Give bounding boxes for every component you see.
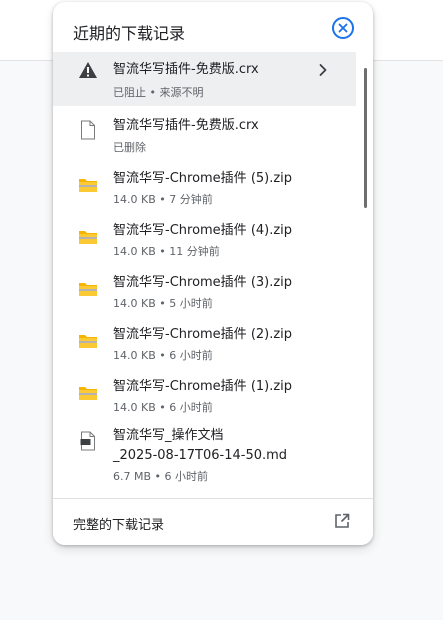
download-name: 智流华写插件-免费版.crx <box>113 118 259 133</box>
zip-folder-icon <box>77 226 99 248</box>
downloads-title: 近期的下载记录 <box>73 24 186 43</box>
download-status: 14.0 KB • 7 分钟前 <box>113 193 213 206</box>
download-name: 智流华写_操作文档 _2025-08-17T06-14-50.md <box>113 428 288 463</box>
download-item-deleted[interactable]: 智流华写插件-免费版.crx 已删除 <box>53 106 356 158</box>
download-name: 智流华写-Chrome插件 (3).zip <box>113 275 293 290</box>
downloads-list: 智流华写插件-免费版.crx 已阻止 • 来源不明 智流华写插件-免费版.crx… <box>53 52 373 498</box>
download-item-zip[interactable]: 智流华写-Chrome插件 (2).zip 14.0 KB • 6 小时前 <box>53 314 356 366</box>
scrollbar-thumb[interactable] <box>364 68 367 208</box>
zip-folder-icon <box>77 382 99 404</box>
zip-folder-icon <box>77 330 99 352</box>
zip-folder-icon <box>77 278 99 300</box>
download-name: 智流华写-Chrome插件 (4).zip <box>113 223 293 238</box>
file-icon <box>77 119 99 141</box>
download-item-zip[interactable]: 智流华写-Chrome插件 (1).zip 14.0 KB • 6 小时前 <box>53 366 356 418</box>
download-status: 14.0 KB • 6 小时前 <box>113 401 213 414</box>
open-external-icon[interactable] <box>333 512 351 530</box>
download-status: 14.0 KB • 6 小时前 <box>113 349 213 362</box>
download-status: 已阻止 • 来源不明 <box>113 86 204 99</box>
download-status: 14.0 KB • 5 小时前 <box>113 297 213 310</box>
chevron-right-icon[interactable] <box>315 62 331 78</box>
download-name: 智流华写-Chrome插件 (1).zip <box>113 379 293 394</box>
download-item-zip[interactable]: 智流华写-Chrome插件 (4).zip 14.0 KB • 11 分钟前 <box>53 210 356 262</box>
close-button[interactable] <box>332 17 354 39</box>
download-item-zip[interactable]: 智流华写-Chrome插件 (5).zip 14.0 KB • 7 分钟前 <box>53 158 356 210</box>
download-status: 14.0 KB • 11 分钟前 <box>113 245 220 258</box>
full-history-link[interactable]: 完整的下载记录 <box>53 498 373 545</box>
zip-folder-icon <box>77 174 99 196</box>
download-status: 6.7 MB • 6 小时前 <box>113 470 209 483</box>
close-circle-icon <box>338 23 348 33</box>
downloads-bubble: 近期的下载记录 智流华写插件-免费版.crx 已阻止 • 来源不明 智流华写插件… <box>53 2 373 545</box>
download-status: 已删除 <box>113 141 146 154</box>
download-name: 智流华写-Chrome插件 (5).zip <box>113 171 293 186</box>
download-item-blocked[interactable]: 智流华写插件-免费版.crx 已阻止 • 来源不明 <box>53 52 356 106</box>
download-item-md[interactable]: 智流华写_操作文档 _2025-08-17T06-14-50.md 6.7 MB… <box>53 418 356 498</box>
download-name: 智流华写-Chrome插件 (2).zip <box>113 327 293 342</box>
downloads-header: 近期的下载记录 <box>53 2 373 52</box>
full-history-label: 完整的下载记录 <box>73 518 165 533</box>
warning-icon <box>77 59 99 81</box>
download-item-zip[interactable]: 智流华写-Chrome插件 (3).zip 14.0 KB • 5 小时前 <box>53 262 356 314</box>
download-name: 智流华写插件-免费版.crx <box>113 62 259 77</box>
md-file-icon <box>77 430 99 452</box>
